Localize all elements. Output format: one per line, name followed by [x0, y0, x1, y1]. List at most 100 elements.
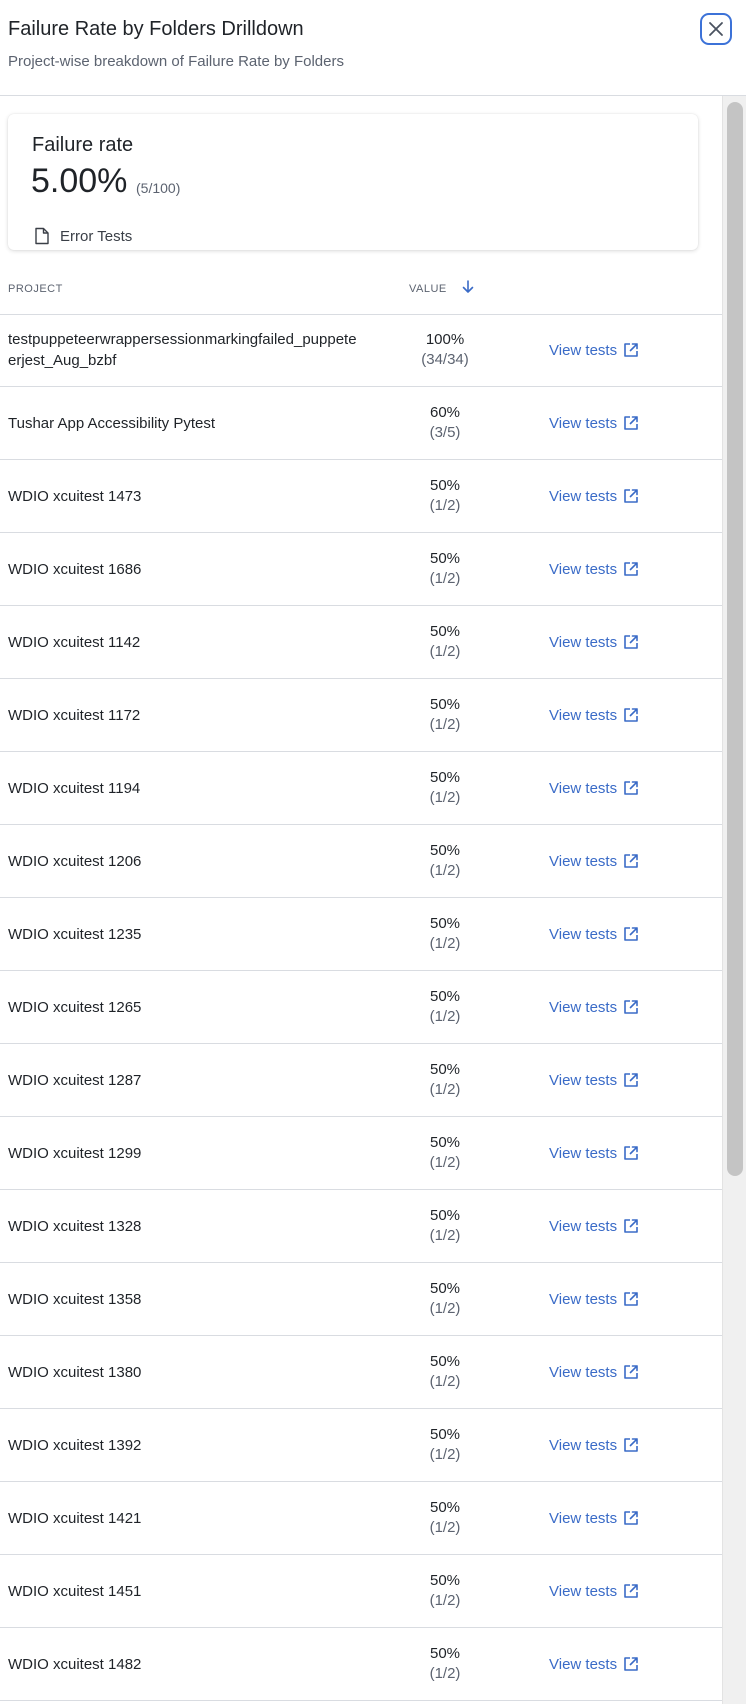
external-link-icon: [623, 561, 639, 577]
failure-ratio: (1/2): [429, 935, 461, 952]
view-tests-link[interactable]: View tests: [549, 1628, 639, 1700]
view-tests-label: View tests: [549, 487, 618, 505]
failure-value: 100% (34/34): [395, 314, 495, 386]
project-name: WDIO xcuitest 1265: [8, 998, 142, 1016]
view-tests-link[interactable]: View tests: [549, 314, 639, 386]
project-name: WDIO xcuitest 1142: [8, 633, 141, 651]
table-row: WDIO xcuitest 1482 50% (1/2) View tests: [0, 1628, 722, 1701]
failure-percent: 50%: [429, 1061, 461, 1078]
external-link-icon: [623, 1510, 639, 1526]
view-tests-link[interactable]: View tests: [549, 825, 639, 897]
view-tests-link[interactable]: View tests: [549, 1336, 639, 1408]
failure-percent: 50%: [429, 1134, 461, 1151]
project-name: testpuppeteerwrappersessionmarkingfailed…: [8, 331, 357, 369]
table-row: WDIO xcuitest 1265 50% (1/2) View tests: [0, 971, 722, 1044]
failure-value: 60% (3/5): [395, 387, 495, 459]
view-tests-label: View tests: [549, 341, 618, 359]
failure-percent: 50%: [429, 623, 461, 640]
failure-percent: 50%: [429, 550, 461, 567]
table-row: WDIO xcuitest 1172 50% (1/2) View tests: [0, 679, 722, 752]
close-button[interactable]: [700, 13, 732, 45]
external-link-icon: [623, 853, 639, 869]
failure-percent: 50%: [429, 1645, 461, 1662]
drilldown-content[interactable]: Failure rate 5.00% (5/100) Error Tests P…: [0, 96, 722, 1704]
table-row: testpuppeteerwrappersessionmarkingfailed…: [0, 314, 722, 387]
view-tests-link[interactable]: View tests: [549, 1263, 639, 1335]
failure-ratio: (1/2): [429, 1446, 461, 1463]
drawer-subtitle: Project-wise breakdown of Failure Rate b…: [8, 53, 344, 70]
view-tests-label: View tests: [549, 1071, 618, 1089]
failure-ratio: (1/2): [429, 1373, 461, 1390]
view-tests-link[interactable]: View tests: [549, 533, 639, 605]
table-row: WDIO xcuitest 1328 50% (1/2) View tests: [0, 1190, 722, 1263]
view-tests-label: View tests: [549, 1509, 618, 1527]
view-tests-link[interactable]: View tests: [549, 460, 639, 532]
project-name: WDIO xcuitest 1686: [8, 560, 142, 578]
failure-percent: 60%: [429, 404, 461, 421]
view-tests-label: View tests: [549, 1655, 618, 1673]
failure-ratio: (1/2): [429, 497, 461, 514]
view-tests-link[interactable]: View tests: [549, 387, 639, 459]
view-tests-link[interactable]: View tests: [549, 606, 639, 678]
failure-ratio: (1/2): [429, 1665, 461, 1682]
failure-percent: 100%: [425, 331, 465, 348]
failure-ratio: (1/2): [429, 1227, 461, 1244]
drawer-title: Failure Rate by Folders Drilldown: [8, 18, 304, 40]
project-name: WDIO xcuitest 1451: [8, 1582, 142, 1600]
arrow-down-icon[interactable]: [460, 279, 476, 295]
view-tests-link[interactable]: View tests: [549, 1190, 639, 1262]
external-link-icon: [623, 1072, 639, 1088]
view-tests-link[interactable]: View tests: [549, 971, 639, 1043]
table-row: WDIO xcuitest 1206 50% (1/2) View tests: [0, 825, 722, 898]
view-tests-link[interactable]: View tests: [549, 1044, 639, 1116]
failure-value: 50% (1/2): [395, 971, 495, 1043]
project-name: WDIO xcuitest 1380: [8, 1363, 142, 1381]
view-tests-link[interactable]: View tests: [549, 1555, 639, 1627]
external-link-icon: [623, 634, 639, 650]
column-header-value[interactable]: VALUE: [409, 283, 447, 295]
project-name: WDIO xcuitest 1299: [8, 1144, 142, 1162]
external-link-icon: [623, 488, 639, 504]
column-header-project: PROJECT: [8, 283, 63, 295]
failure-value: 50% (1/2): [395, 1044, 495, 1116]
failure-percent: 50%: [429, 477, 461, 494]
failure-value: 50% (1/2): [395, 1263, 495, 1335]
summary-ratio: (5/100): [136, 180, 181, 196]
error-tests-link[interactable]: Error Tests: [60, 228, 132, 245]
view-tests-label: View tests: [549, 1363, 618, 1381]
failure-value: 50% (1/2): [395, 1190, 495, 1262]
failure-value: 50% (1/2): [395, 825, 495, 897]
project-name: WDIO xcuitest 1328: [8, 1217, 142, 1235]
project-name: WDIO xcuitest 1392: [8, 1436, 142, 1454]
failure-ratio: (1/2): [429, 1081, 461, 1098]
failure-ratio: (1/2): [429, 1300, 461, 1317]
external-link-icon: [623, 1437, 639, 1453]
scrollbar-thumb[interactable]: [727, 102, 743, 1176]
view-tests-link[interactable]: View tests: [549, 679, 639, 751]
project-name: WDIO xcuitest 1194: [8, 779, 141, 797]
view-tests-label: View tests: [549, 633, 618, 651]
view-tests-link[interactable]: View tests: [549, 898, 639, 970]
project-name: WDIO xcuitest 1421: [8, 1509, 142, 1527]
table-body: testpuppeteerwrappersessionmarkingfailed…: [0, 314, 722, 1701]
failure-value: 50% (1/2): [395, 1117, 495, 1189]
failure-value: 50% (1/2): [395, 1409, 495, 1481]
view-tests-link[interactable]: View tests: [549, 1409, 639, 1481]
scrollbar[interactable]: [722, 96, 746, 1704]
table-row: WDIO xcuitest 1299 50% (1/2) View tests: [0, 1117, 722, 1190]
table-row: WDIO xcuitest 1473 50% (1/2) View tests: [0, 460, 722, 533]
table-row: WDIO xcuitest 1287 50% (1/2) View tests: [0, 1044, 722, 1117]
external-link-icon: [623, 342, 639, 358]
external-link-icon: [623, 707, 639, 723]
view-tests-label: View tests: [549, 1290, 618, 1308]
view-tests-link[interactable]: View tests: [549, 1117, 639, 1189]
external-link-icon: [623, 415, 639, 431]
project-name: WDIO xcuitest 1206: [8, 852, 142, 870]
failure-ratio: (1/2): [429, 570, 461, 587]
table-row: WDIO xcuitest 1194 50% (1/2) View tests: [0, 752, 722, 825]
view-tests-link[interactable]: View tests: [549, 1482, 639, 1554]
view-tests-link[interactable]: View tests: [549, 752, 639, 824]
project-name: WDIO xcuitest 1482: [8, 1655, 142, 1673]
table-row: WDIO xcuitest 1380 50% (1/2) View tests: [0, 1336, 722, 1409]
failure-value: 50% (1/2): [395, 679, 495, 751]
